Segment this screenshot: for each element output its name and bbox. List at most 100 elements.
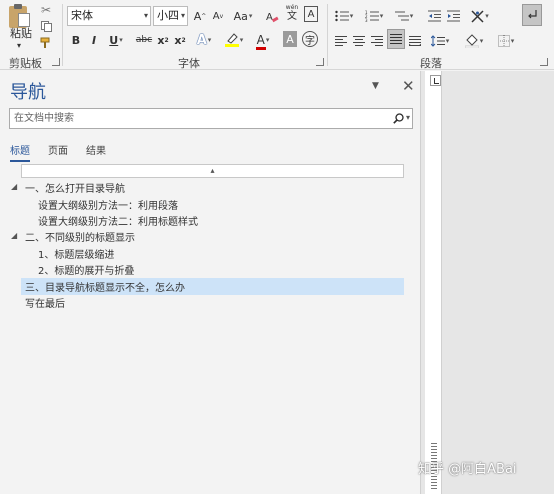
chevron-down-icon[interactable]: ▼ xyxy=(372,81,379,91)
line-spacing-button[interactable]: ▾ xyxy=(428,31,452,51)
distributed-icon[interactable] xyxy=(407,31,423,51)
heading-item[interactable]: 一、怎么打开目录导航 xyxy=(25,180,125,195)
paste-label: 粘贴 xyxy=(10,27,32,40)
italic-icon: I xyxy=(91,33,97,47)
ribbon: 粘贴 ▾ ✂ 剪贴板 宋体 ▾ 小四 ▾ A ^ Av Aa ▾ A wén 文 A… xyxy=(0,0,554,70)
bullets-button[interactable]: ▾ xyxy=(332,6,356,26)
clear-formatting-icon[interactable]: A xyxy=(264,6,280,26)
tab-results[interactable]: 结果 xyxy=(86,142,106,162)
heading-item[interactable]: 2、标题的展开与折叠 xyxy=(38,262,134,277)
tab-pages[interactable]: 页面 xyxy=(48,142,68,162)
borders-button[interactable]: ▾ xyxy=(494,31,518,51)
font-group-label: 字体 xyxy=(178,57,200,70)
paragraph-mark-icon xyxy=(528,10,537,19)
font-name-value: 宋体 xyxy=(71,9,93,22)
asian-layout-button[interactable]: ▾ xyxy=(468,6,492,26)
numbering-icon: 123 xyxy=(365,10,379,22)
character-shading-icon[interactable]: A xyxy=(283,31,297,47)
decrease-indent-icon[interactable] xyxy=(426,6,442,26)
collapse-triangle-icon[interactable]: ◢ xyxy=(11,231,17,240)
search-icon[interactable] xyxy=(393,113,404,124)
heading-item[interactable]: 二、不同级别的标题显示 xyxy=(25,229,135,244)
grow-font-icon: A xyxy=(193,9,202,23)
tab-selector-icon[interactable] xyxy=(430,75,441,86)
strikethrough-icon: abc xyxy=(135,35,153,45)
clipboard-launcher-icon[interactable] xyxy=(52,58,60,66)
chevron-down-icon[interactable]: ▾ xyxy=(144,7,148,25)
text-effects-button[interactable]: A ▾ xyxy=(193,30,215,50)
svg-text:3: 3 xyxy=(365,18,368,22)
navigation-pane: 导航 ▼ ✕ ▾ 标题 页面 结果 ▴ ◢ 一、怎么打开目录导航 设置大纲级别方… xyxy=(0,71,420,494)
collapse-arrow-icon: ▴ xyxy=(210,166,215,175)
paint-bucket-icon xyxy=(464,34,479,48)
phonetic-guide-button[interactable]: wén 文 xyxy=(284,3,300,23)
chevron-down-icon[interactable]: ▾ xyxy=(406,113,410,122)
search-input[interactable] xyxy=(14,111,384,126)
bold-button[interactable]: B xyxy=(69,30,83,50)
cut-icon[interactable]: ✂ xyxy=(39,2,53,18)
bold-icon: B xyxy=(71,33,81,47)
superscript-mark: 2 xyxy=(181,36,186,44)
paragraph-launcher-icon[interactable] xyxy=(540,58,548,66)
heading-item[interactable]: 设置大纲级别方法二：利用标题样式 xyxy=(38,213,198,228)
underline-button[interactable]: U ▾ xyxy=(105,30,127,50)
paste-dropdown[interactable]: ▾ xyxy=(12,40,26,50)
nav-tabs: 标题 页面 结果 xyxy=(10,142,124,162)
paste-button[interactable]: 粘贴 xyxy=(8,26,34,40)
nav-pane-title: 导航 xyxy=(10,82,46,103)
shrink-font-icon: A xyxy=(212,10,220,22)
chevron-down-icon[interactable]: ▾ xyxy=(181,7,185,25)
font-size-combo[interactable]: 小四 ▾ xyxy=(153,6,188,26)
align-left-icon[interactable] xyxy=(333,31,349,51)
heading-item-selected[interactable]: 三、目录导航标题显示不全，怎么办 xyxy=(25,279,185,294)
subscript-mark: 2 xyxy=(164,36,169,44)
font-launcher-icon[interactable] xyxy=(316,58,324,66)
group-separator xyxy=(327,4,328,66)
superscript-button[interactable]: x2 xyxy=(173,30,187,50)
character-border-icon[interactable]: A xyxy=(304,6,318,22)
enclose-characters-icon[interactable]: 字 xyxy=(302,31,318,47)
subscript-button[interactable]: x2 xyxy=(156,30,170,50)
font-color-button[interactable]: A ▾ xyxy=(252,30,274,50)
search-box[interactable]: ▾ xyxy=(9,108,413,129)
shading-button[interactable]: ▾ xyxy=(462,31,486,51)
heading-item[interactable]: 写在最后 xyxy=(25,295,65,310)
italic-button[interactable]: I xyxy=(87,30,101,50)
grow-font-button[interactable]: A ^ xyxy=(193,6,207,26)
collapse-all-bar[interactable]: ▴ xyxy=(21,164,404,178)
align-right-icon[interactable] xyxy=(369,31,385,51)
increase-indent-icon[interactable] xyxy=(445,6,461,26)
document-canvas[interactable] xyxy=(443,71,554,494)
font-color-icon: A xyxy=(255,34,266,50)
group-separator xyxy=(62,4,63,66)
change-case-icon: Aa xyxy=(233,9,248,23)
heading-item[interactable]: 1、标题层级缩进 xyxy=(38,246,114,261)
clipboard-group-label: 剪贴板 xyxy=(9,57,42,70)
close-icon[interactable]: ✕ xyxy=(402,77,415,95)
font-size-value: 小四 xyxy=(157,9,179,22)
shrink-font-button[interactable]: Av xyxy=(211,6,225,26)
svg-text:A: A xyxy=(266,12,273,23)
format-painter-icon[interactable] xyxy=(39,35,53,51)
collapse-triangle-icon[interactable]: ◢ xyxy=(11,182,17,191)
heading-item[interactable]: 设置大纲级别方法一：利用段落 xyxy=(38,197,178,212)
font-name-combo[interactable]: 宋体 ▾ xyxy=(67,6,151,26)
copy-icon[interactable] xyxy=(39,18,53,34)
change-case-button[interactable]: Aa ▾ xyxy=(232,6,254,26)
document-area xyxy=(421,71,554,494)
align-center-icon[interactable] xyxy=(351,31,367,51)
strikethrough-button[interactable]: abc xyxy=(134,30,154,50)
underline-icon: U xyxy=(109,33,119,47)
borders-icon xyxy=(497,35,510,47)
multilevel-list-icon xyxy=(394,11,409,21)
numbering-button[interactable]: 1 2 3 ▾ xyxy=(362,6,386,26)
highlight-button[interactable]: ▾ xyxy=(222,30,246,50)
justify-icon xyxy=(390,34,402,44)
multilevel-list-button[interactable]: ▾ xyxy=(392,6,416,26)
justify-toggle[interactable] xyxy=(387,29,405,49)
tab-headings[interactable]: 标题 xyxy=(10,142,30,162)
highlighter-icon xyxy=(224,33,239,47)
line-spacing-icon xyxy=(430,35,445,47)
asian-layout-icon xyxy=(471,9,484,23)
show-hide-marks-toggle[interactable] xyxy=(522,4,542,26)
